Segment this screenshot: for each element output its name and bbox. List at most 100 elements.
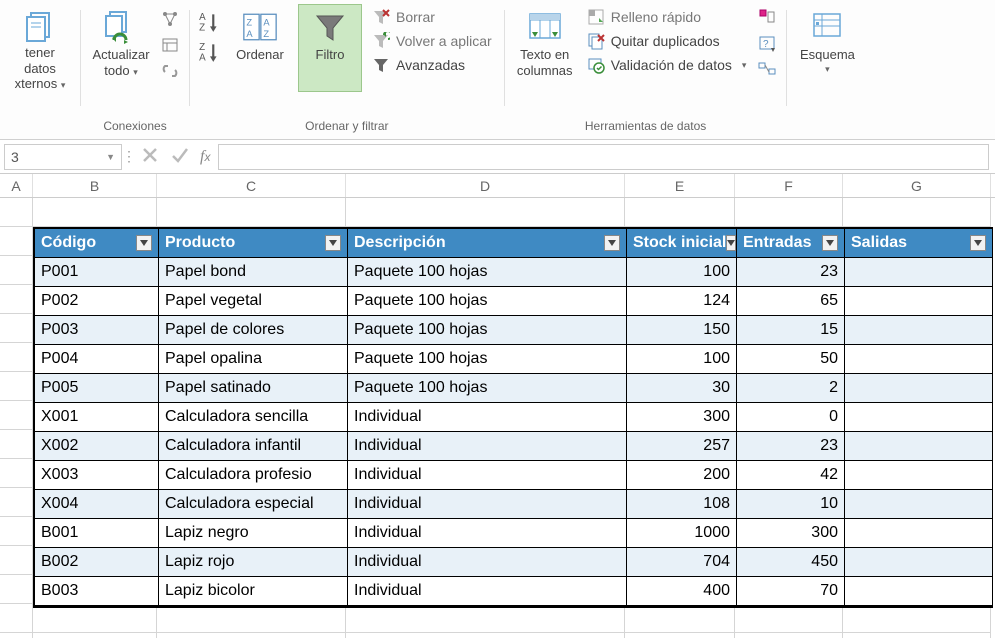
table-cell[interactable] xyxy=(845,577,993,606)
table-cell[interactable]: Paquete 100 hojas xyxy=(348,258,627,287)
fx-icon[interactable]: fx xyxy=(200,148,210,166)
filter-icon[interactable] xyxy=(325,235,341,251)
relleno-rapido-button[interactable]: Relleno rápido xyxy=(583,6,751,28)
table-cell[interactable]: 70 xyxy=(737,577,845,606)
table-cell[interactable]: Papel bond xyxy=(159,258,348,287)
table-cell[interactable] xyxy=(845,490,993,519)
avanzadas-button[interactable]: Avanzadas xyxy=(368,54,496,76)
formula-input[interactable] xyxy=(218,144,989,170)
table-cell[interactable]: P001 xyxy=(35,258,159,287)
consolidar-icon-button[interactable] xyxy=(756,6,778,28)
name-box[interactable]: 3 ▼ xyxy=(4,144,122,170)
table-cell[interactable]: B002 xyxy=(35,548,159,577)
table-cell[interactable]: Paquete 100 hojas xyxy=(348,316,627,345)
table-cell[interactable]: Calculadora profesio xyxy=(159,461,348,490)
table-cell[interactable] xyxy=(845,374,993,403)
table-cell[interactable]: Lapiz rojo xyxy=(159,548,348,577)
table-row[interactable]: X004Calculadora especialIndividual10810 xyxy=(35,490,993,519)
table-cell[interactable]: Papel opalina xyxy=(159,345,348,374)
table-cell[interactable]: 1000 xyxy=(627,519,737,548)
table-cell[interactable]: 23 xyxy=(737,432,845,461)
editar-vinculos-icon-button[interactable] xyxy=(159,60,181,82)
table-cell[interactable]: Papel satinado xyxy=(159,374,348,403)
table-cell[interactable]: Papel de colores xyxy=(159,316,348,345)
table-cell[interactable]: X002 xyxy=(35,432,159,461)
table-cell[interactable]: B003 xyxy=(35,577,159,606)
table-cell[interactable]: 100 xyxy=(627,258,737,287)
table-cell[interactable] xyxy=(845,287,993,316)
col-header-f[interactable]: F xyxy=(735,174,843,197)
table-cell[interactable]: P004 xyxy=(35,345,159,374)
filter-icon[interactable] xyxy=(136,235,152,251)
table-cell[interactable]: 124 xyxy=(627,287,737,316)
table-cell[interactable]: 30 xyxy=(627,374,737,403)
table-cell[interactable]: 2 xyxy=(737,374,845,403)
table-cell[interactable]: X004 xyxy=(35,490,159,519)
filtro-button[interactable]: Filtro xyxy=(298,4,362,92)
table-cell[interactable]: 150 xyxy=(627,316,737,345)
table-cell[interactable] xyxy=(845,432,993,461)
table-cell[interactable]: Individual xyxy=(348,461,627,490)
table-cell[interactable]: Lapiz negro xyxy=(159,519,348,548)
enter-icon[interactable] xyxy=(170,145,190,168)
table-header[interactable]: Producto xyxy=(159,229,348,258)
filter-icon[interactable] xyxy=(604,235,620,251)
table-row[interactable]: P005Papel satinadoPaquete 100 hojas302 xyxy=(35,374,993,403)
relaciones-icon-button[interactable] xyxy=(756,58,778,80)
table-cell[interactable]: 15 xyxy=(737,316,845,345)
table-header[interactable]: Entradas xyxy=(737,229,845,258)
table-cell[interactable]: 400 xyxy=(627,577,737,606)
table-row[interactable]: B002Lapiz rojoIndividual704450 xyxy=(35,548,993,577)
ordenar-button[interactable]: ZAAZ Ordenar xyxy=(228,4,292,92)
table-cell[interactable]: 23 xyxy=(737,258,845,287)
table-row[interactable]: X001Calculadora sencillaIndividual3000 xyxy=(35,403,993,432)
table-cell[interactable]: 450 xyxy=(737,548,845,577)
table-row[interactable]: P002Papel vegetalPaquete 100 hojas12465 xyxy=(35,287,993,316)
col-header-c[interactable]: C xyxy=(157,174,346,197)
table-header[interactable]: Salidas xyxy=(845,229,993,258)
table-cell[interactable]: Individual xyxy=(348,577,627,606)
sort-desc-button[interactable]: ZA xyxy=(198,40,222,64)
table-cell[interactable]: 50 xyxy=(737,345,845,374)
table-cell[interactable] xyxy=(845,316,993,345)
conexiones-icon-button[interactable] xyxy=(159,8,181,30)
table-cell[interactable]: 108 xyxy=(627,490,737,519)
table-header[interactable]: Stock inicial xyxy=(627,229,737,258)
table-cell[interactable]: X003 xyxy=(35,461,159,490)
texto-columnas-button[interactable]: Texto en columnas xyxy=(513,4,577,92)
table-cell[interactable]: Calculadora infantil xyxy=(159,432,348,461)
table-cell[interactable]: Individual xyxy=(348,403,627,432)
col-header-e[interactable]: E xyxy=(625,174,735,197)
table-row[interactable]: P004Papel opalinaPaquete 100 hojas10050 xyxy=(35,345,993,374)
table-row[interactable]: B001Lapiz negroIndividual1000300 xyxy=(35,519,993,548)
table-cell[interactable]: P003 xyxy=(35,316,159,345)
table-cell[interactable]: X001 xyxy=(35,403,159,432)
table-cell[interactable] xyxy=(845,548,993,577)
table-row[interactable]: P001Papel bondPaquete 100 hojas10023 xyxy=(35,258,993,287)
table-header[interactable]: Descripción xyxy=(348,229,627,258)
table-cell[interactable]: 300 xyxy=(627,403,737,432)
cancel-icon[interactable] xyxy=(140,145,160,168)
table-cell[interactable]: 300 xyxy=(737,519,845,548)
table-cell[interactable]: P002 xyxy=(35,287,159,316)
table-cell[interactable]: 100 xyxy=(627,345,737,374)
table-cell[interactable]: 200 xyxy=(627,461,737,490)
col-header-d[interactable]: D xyxy=(346,174,625,197)
table-cell[interactable]: 0 xyxy=(737,403,845,432)
table-cell[interactable] xyxy=(845,258,993,287)
table-cell[interactable]: 42 xyxy=(737,461,845,490)
table-cell[interactable]: Lapiz bicolor xyxy=(159,577,348,606)
filter-icon[interactable] xyxy=(970,235,986,251)
table-cell[interactable]: Individual xyxy=(348,519,627,548)
col-header-a[interactable]: A xyxy=(0,174,33,197)
table-cell[interactable]: 257 xyxy=(627,432,737,461)
table-row[interactable]: P003Papel de coloresPaquete 100 hojas150… xyxy=(35,316,993,345)
validacion-datos-button[interactable]: Validación de datos ▾ xyxy=(583,54,751,76)
table-cell[interactable]: 704 xyxy=(627,548,737,577)
obtener-datos-button[interactable]: tener datos xternos ▾ xyxy=(8,4,72,92)
table-cell[interactable]: 10 xyxy=(737,490,845,519)
table-cell[interactable]: Individual xyxy=(348,548,627,577)
filter-icon[interactable] xyxy=(822,235,838,251)
quitar-duplicados-button[interactable]: Quitar duplicados xyxy=(583,30,751,52)
sort-asc-button[interactable]: AZ xyxy=(198,10,222,34)
